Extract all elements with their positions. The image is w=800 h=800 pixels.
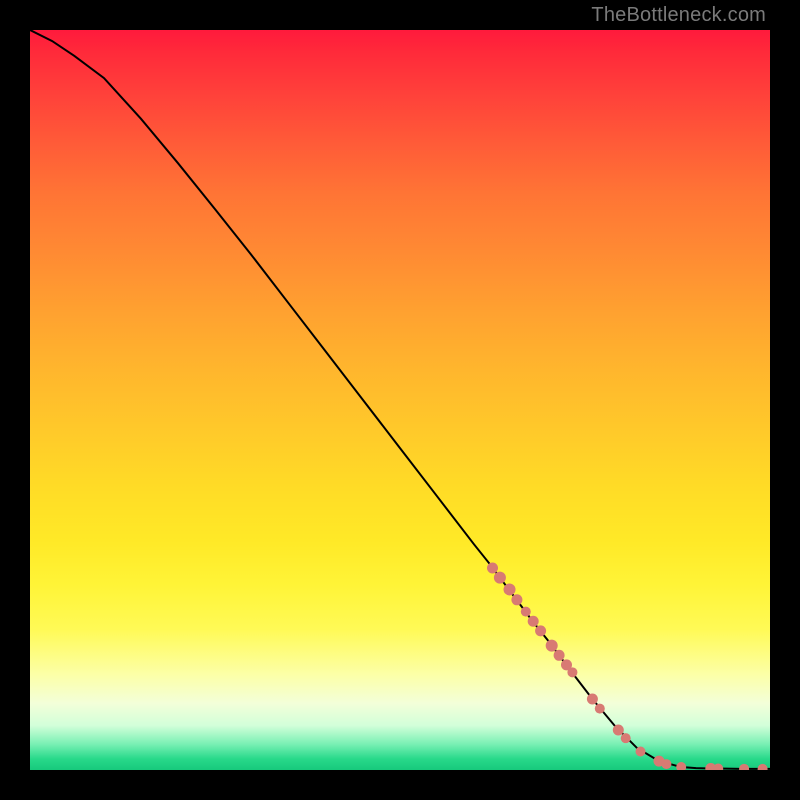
highlight-marker: [661, 759, 671, 769]
highlight-marker: [595, 704, 605, 714]
highlight-marker: [758, 764, 768, 770]
highlight-marker: [504, 583, 516, 595]
highlight-marker: [487, 562, 498, 573]
highlight-marker: [613, 725, 624, 736]
chart-svg-layer: [30, 30, 770, 770]
highlight-marker: [521, 607, 531, 617]
highlight-marker: [676, 762, 686, 770]
highlight-marker: [587, 693, 598, 704]
highlight-markers-group: [487, 562, 768, 770]
highlight-marker: [546, 640, 558, 652]
highlight-marker: [567, 667, 577, 677]
highlight-marker: [494, 572, 506, 584]
highlight-marker: [621, 733, 631, 743]
highlight-marker: [713, 764, 723, 770]
chart-plot-area: [30, 30, 770, 770]
highlight-marker: [554, 650, 565, 661]
highlight-marker: [636, 747, 646, 757]
watermark-text: TheBottleneck.com: [591, 4, 766, 27]
highlight-marker: [739, 764, 749, 770]
highlight-marker: [535, 625, 546, 636]
highlight-marker: [528, 616, 539, 627]
curve-line: [30, 30, 770, 769]
highlight-marker: [511, 594, 522, 605]
chart-stage: TheBottleneck.com: [0, 0, 800, 800]
